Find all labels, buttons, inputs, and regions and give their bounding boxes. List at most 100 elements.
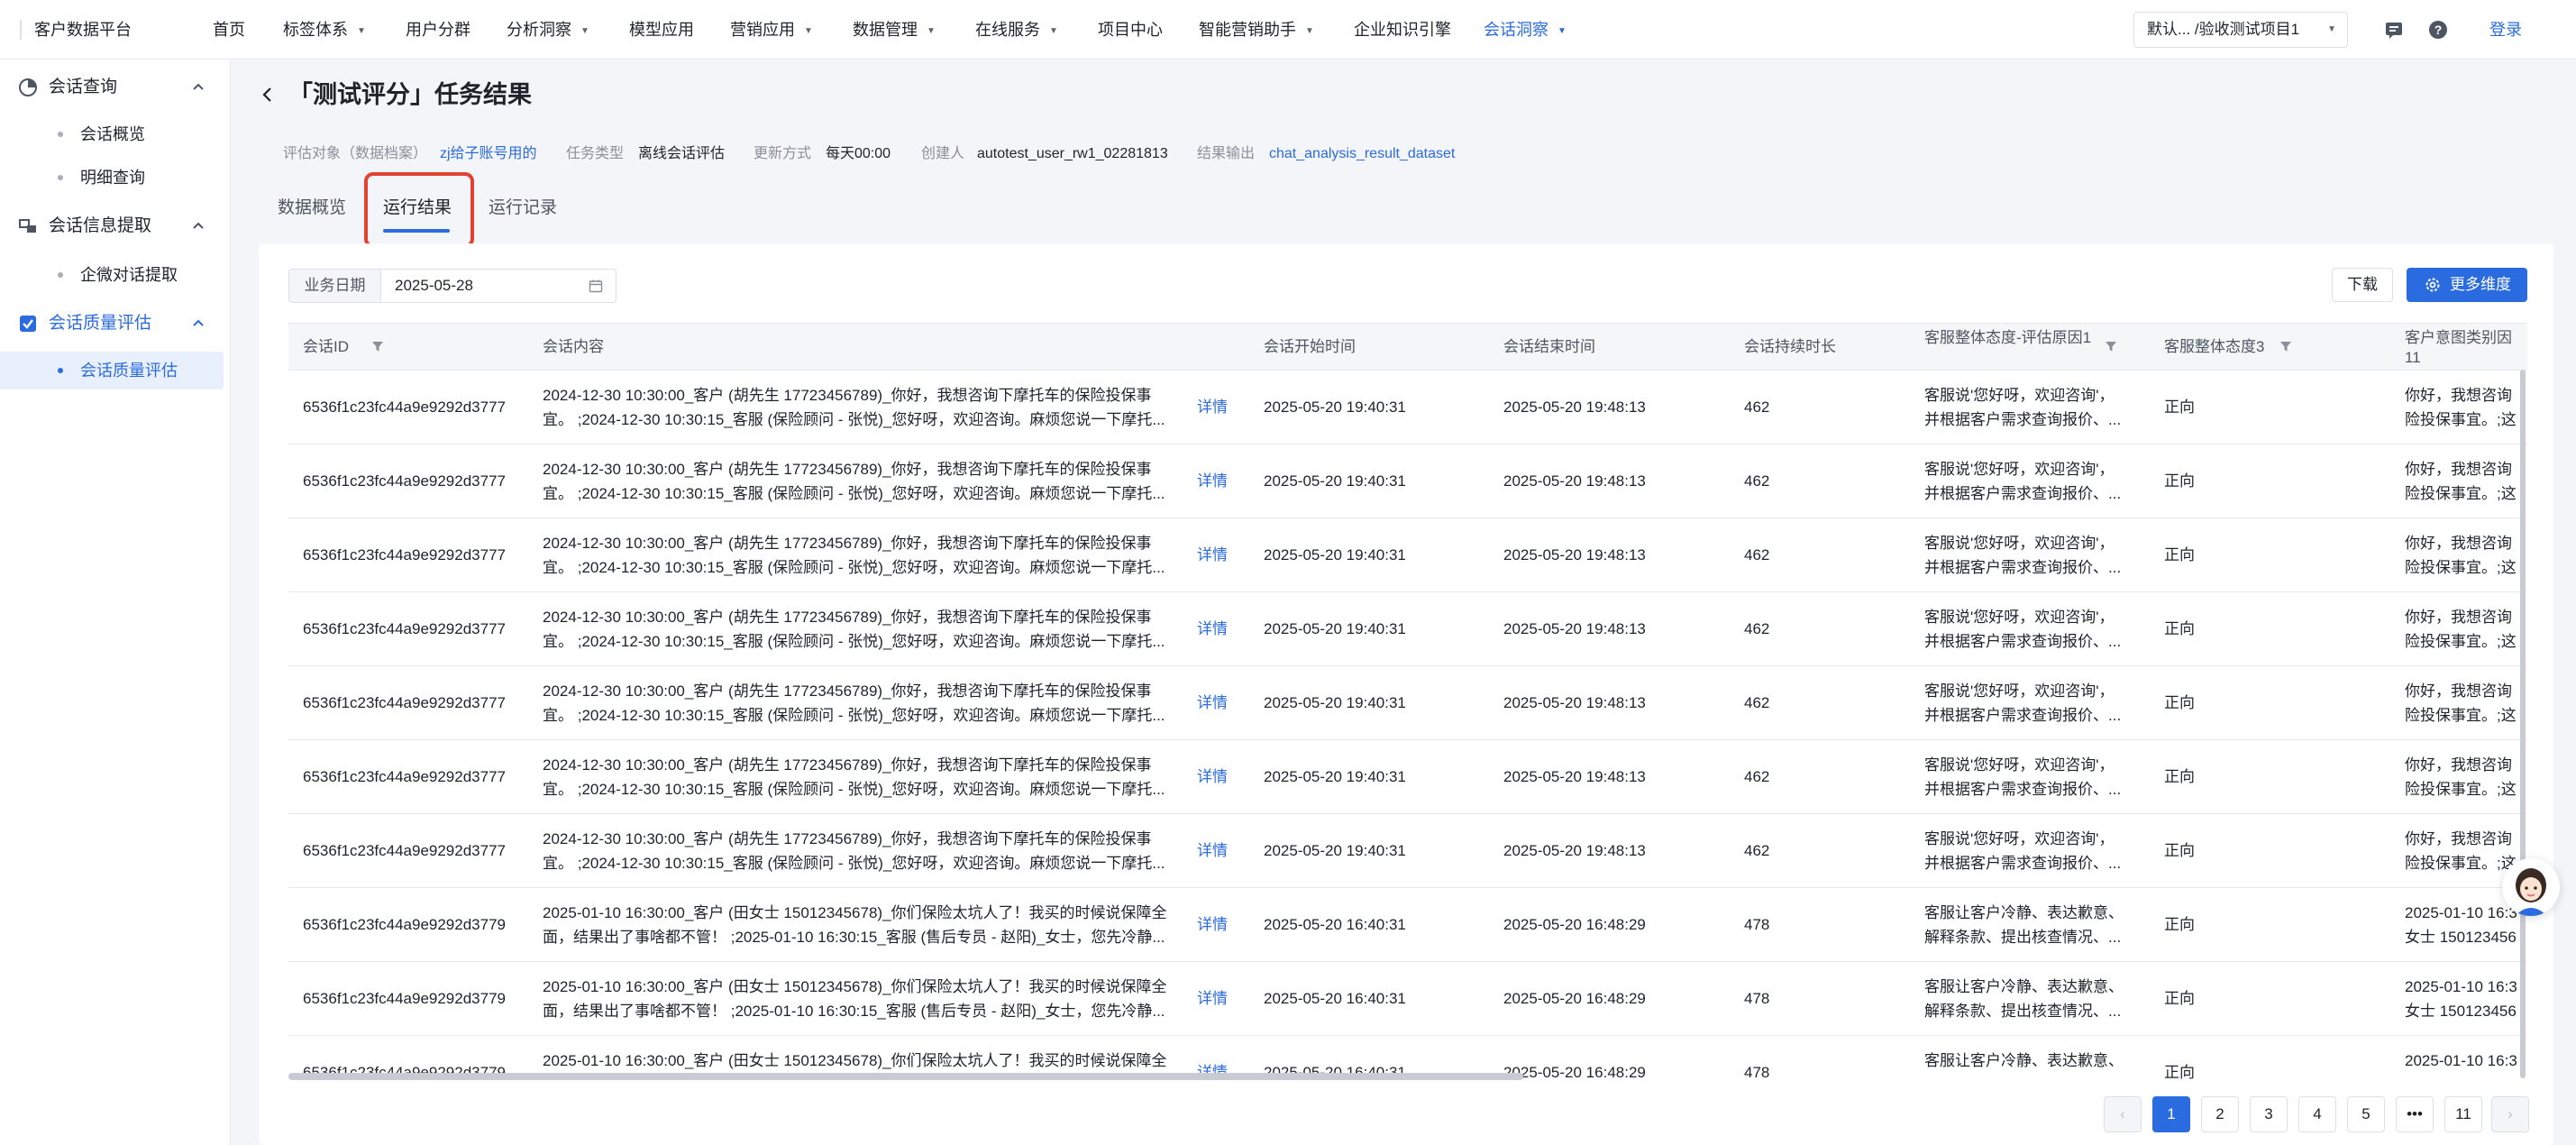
cell-content: 2025-01-10 16:30:00_客户 (田女士 15012345678)… (543, 888, 1190, 962)
login-link[interactable]: 登录 (2489, 18, 2522, 41)
horizontal-scrollbar[interactable] (288, 1073, 1523, 1080)
more-dimensions-button[interactable]: 更多维度 (2407, 268, 2527, 302)
col-header-start-time: 会话开始时间 (1264, 338, 1356, 355)
pagination-page[interactable]: 4 (2298, 1096, 2336, 1132)
reason-line: 客服说'您好呀，欢迎咨询'， (1924, 535, 2115, 552)
reason-line: 并根据客户需求查询报价、... (1924, 633, 2122, 650)
vertical-scrollbar[interactable] (2520, 370, 2526, 1078)
chevron-down-icon: ▼ (580, 26, 589, 36)
content-line: 宜。 ;2024-12-30 10:30:15_客服 (保险顾问 - 张悦)_您… (543, 633, 1165, 650)
filter-icon[interactable] (2279, 340, 2292, 353)
nav-item-label: 首页 (213, 21, 245, 39)
pagination-page[interactable]: 11 (2444, 1096, 2482, 1132)
end-time-text: 2025-05-20 19:48:13 (1503, 620, 1646, 637)
business-date-picker[interactable]: 业务日期 2025-05-28 (288, 269, 617, 303)
col-header-label: 会话ID (303, 338, 349, 355)
reason-line: 并根据客户需求查询报价、... (1924, 559, 2122, 576)
chevron-down-icon: ▼ (927, 26, 936, 36)
pagination-ellipsis[interactable]: ••• (2396, 1096, 2434, 1132)
cell-start-time: 2025-05-20 19:40:31 (1264, 444, 1489, 518)
cell-attitude-reason: 客服让客户冷静、表达歉意、 解释条款、提出核查情况、... (1924, 962, 2132, 1036)
tab-data-overview[interactable]: 数据概览 (278, 197, 346, 220)
cell-attitude-reason: 客服让客户冷静、表达歉意、 解释条款、提出核查情况、... (1924, 888, 2132, 962)
nav-item-0[interactable]: 首页 (213, 18, 245, 41)
duration-text: 478 (1744, 916, 1770, 933)
sidebar-group-chat-query[interactable]: 会话查询 (0, 69, 231, 105)
chevron-down-icon: ▼ (1305, 26, 1314, 36)
pagination-next[interactable]: › (2491, 1096, 2529, 1132)
detail-link[interactable]: 详情 (1197, 518, 1251, 592)
nav-item-8[interactable]: 项目中心 (1098, 18, 1163, 41)
intent-line: 你好，我想咨询 (2405, 682, 2512, 700)
col-header-session-id[interactable]: 会话ID (303, 324, 383, 371)
sidebar-item-wecom-extract[interactable]: 企微对话提取 (0, 256, 224, 294)
col-header-attitude-reason[interactable]: 客服整体态度-评估原因1 (1924, 324, 2116, 371)
nav-item-5[interactable]: 营销应用 ▼ (730, 18, 813, 41)
chevron-up-icon (193, 83, 204, 90)
detail-link[interactable]: 详情 (1197, 888, 1251, 962)
detail-link[interactable]: 详情 (1197, 444, 1251, 518)
intent-line: 险投保事宜。;这 (2405, 559, 2517, 576)
meta-output-link[interactable]: chat_analysis_result_dataset (1269, 144, 1455, 164)
nav-item-3[interactable]: 分析洞察 ▼ (507, 18, 589, 41)
table-row: 6536f1c23fc44a9e9292d3777 2024-12-30 10:3… (288, 740, 2527, 814)
cell-session-id: 6536f1c23fc44a9e9292d3777 (303, 518, 528, 592)
detail-link[interactable]: 详情 (1197, 740, 1251, 814)
detail-link[interactable]: 详情 (1197, 814, 1251, 888)
sidebar-item-detail-query[interactable]: 明细查询 (0, 159, 224, 197)
cell-intent: 你好，我想咨询 险投保事宜。;这 (2405, 444, 2527, 518)
cell-start-time: 2025-05-20 19:40:31 (1264, 371, 1489, 444)
pagination-prev[interactable]: ‹ (2104, 1096, 2142, 1132)
detail-link-text: 详情 (1197, 620, 1228, 637)
project-selector[interactable]: 默认... /验收测试项目1 ▼ (2133, 12, 2348, 48)
detail-link[interactable]: 详情 (1197, 666, 1251, 740)
chart-pie-icon (19, 78, 37, 96)
intent-line: 险投保事宜。;这 (2405, 411, 2517, 428)
cell-session-id: 6536f1c23fc44a9e9292d3777 (303, 740, 528, 814)
nav-item-6[interactable]: 数据管理 ▼ (853, 18, 936, 41)
sidebar-group-label: 会话查询 (49, 78, 118, 96)
sidebar-group-label: 会话质量评估 (49, 314, 152, 333)
start-time-text: 2025-05-20 19:40:31 (1264, 768, 1406, 785)
back-arrow-icon[interactable] (258, 85, 278, 105)
pagination-page[interactable]: 5 (2347, 1096, 2385, 1132)
meta-creator-key: 创建人 (921, 146, 965, 161)
cell-duration: 462 (1744, 518, 1906, 592)
filter-icon[interactable] (2105, 340, 2117, 353)
detail-link[interactable]: 详情 (1197, 371, 1251, 444)
attitude-text: 正向 (2164, 1064, 2195, 1080)
nav-item-2[interactable]: 用户分群 (406, 18, 470, 41)
cell-attitude-reason: 客服说'您好呀，欢迎咨询'， 并根据客户需求查询报价、... (1924, 740, 2132, 814)
download-button[interactable]: 下载 (2332, 268, 2393, 302)
sidebar-group-info-extract[interactable]: 会话信息提取 (0, 207, 231, 243)
nav-item-10[interactable]: 企业知识引擎 (1354, 18, 1451, 41)
nav-item-1[interactable]: 标签体系 ▼ (283, 18, 366, 41)
sidebar-item-chat-overview[interactable]: 会话概览 (0, 115, 224, 153)
reason-line: 客服说'您好呀，欢迎咨询'， (1924, 461, 2115, 478)
nav-item-11[interactable]: 会话洞察 ▼ (1484, 18, 1567, 41)
cell-attitude-reason: 客服说'您好呀，欢迎咨询'， 并根据客户需求查询报价、... (1924, 814, 2132, 888)
meta-target-link[interactable]: zj给子账号用的 (440, 144, 537, 164)
cell-start-time: 2025-05-20 19:40:31 (1264, 518, 1489, 592)
sidebar-item-quality-eval[interactable]: 会话质量评估 (0, 352, 224, 389)
end-time-text: 2025-05-20 19:48:13 (1503, 398, 1646, 416)
cell-intent: 你好，我想咨询 险投保事宜。;这 (2405, 518, 2527, 592)
attitude-text: 正向 (2164, 546, 2195, 563)
help-icon[interactable]: ? (2427, 19, 2449, 41)
pagination-page[interactable]: 2 (2201, 1096, 2239, 1132)
assistant-avatar[interactable] (2502, 858, 2560, 916)
nav-item-7[interactable]: 在线服务 ▼ (975, 18, 1058, 41)
pagination-page[interactable]: 1 (2152, 1096, 2190, 1132)
nav-item-9[interactable]: 智能营销助手 ▼ (1199, 18, 1314, 41)
chevron-down-icon: ▼ (357, 26, 366, 36)
detail-link[interactable]: 详情 (1197, 962, 1251, 1036)
pagination-page[interactable]: 3 (2250, 1096, 2288, 1132)
message-icon[interactable] (2383, 19, 2405, 41)
tab-run-records[interactable]: 运行记录 (489, 197, 557, 220)
meta-type-value: 离线会话评估 (638, 146, 726, 161)
sidebar-group-quality-eval[interactable]: 会话质量评估 (0, 305, 231, 341)
detail-link[interactable]: 详情 (1197, 592, 1251, 666)
col-header-attitude[interactable]: 客服整体态度3 (2164, 324, 2291, 371)
nav-item-4[interactable]: 模型应用 (629, 18, 694, 41)
filter-icon[interactable] (371, 340, 384, 353)
